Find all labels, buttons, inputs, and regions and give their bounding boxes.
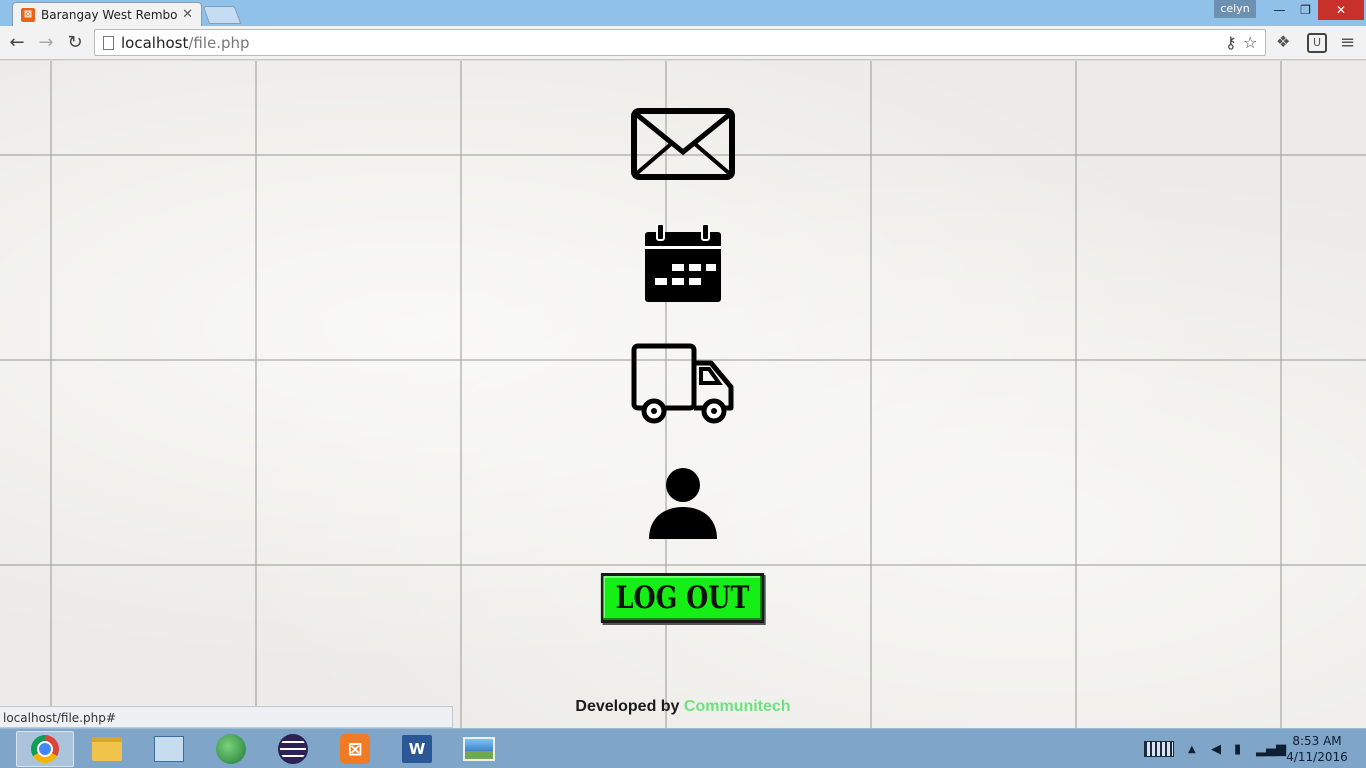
battery-icon[interactable]: ▮	[1234, 729, 1241, 768]
shield-extension-icon[interactable]: U	[1307, 33, 1327, 53]
xampp-icon: ⊠	[340, 734, 370, 764]
credit-prefix: Developed by	[575, 698, 684, 715]
logout-button[interactable]: LOG OUT	[600, 573, 765, 623]
taskbar-word[interactable]: W	[388, 731, 446, 767]
bookmark-star-icon[interactable]: ☆	[1243, 33, 1257, 52]
taskbar-control-panel[interactable]	[140, 731, 198, 767]
calendar-icon[interactable]	[643, 224, 723, 304]
photos-icon	[463, 737, 495, 761]
clock-time: 8:53 AM	[1292, 734, 1342, 748]
taskbar-file-explorer[interactable]	[78, 731, 136, 767]
browser-tab[interactable]: ⊠ Barangay West Rembo ✕	[12, 2, 202, 26]
volume-icon[interactable]: ◀	[1211, 729, 1221, 768]
page-icon	[103, 36, 114, 50]
credit-brand-link[interactable]: Communitech	[684, 698, 791, 715]
windows-taskbar: ⊠ W ▲ ◀ ▮ ▂▄▆ 8:53 AM 4/11/2016	[0, 728, 1366, 768]
minimize-button[interactable]: —	[1266, 0, 1293, 20]
taskbar-photos[interactable]	[450, 731, 508, 767]
close-window-button[interactable]: ✕	[1318, 0, 1364, 20]
chrome-menu-icon[interactable]: ≡	[1340, 32, 1355, 53]
profile-badge[interactable]: celyn	[1214, 0, 1256, 18]
show-hidden-icons-icon[interactable]: ▲	[1188, 729, 1196, 768]
taskbar-xampp[interactable]: ⊠	[326, 731, 384, 767]
touch-keyboard-icon[interactable]	[1144, 741, 1174, 757]
eclipse-icon	[278, 734, 308, 764]
control-panel-icon	[154, 736, 184, 762]
network-signal-icon[interactable]: ▂▄▆	[1256, 729, 1286, 768]
close-tab-icon[interactable]: ✕	[182, 7, 193, 22]
page-content: LOG OUT Developed by Communitech	[0, 61, 1366, 728]
taskbar-chrome[interactable]	[16, 731, 74, 767]
mail-icon[interactable]	[631, 108, 735, 180]
clock-date: 4/11/2016	[1286, 750, 1348, 764]
system-clock[interactable]: 8:53 AM 4/11/2016	[1284, 733, 1350, 765]
word-icon: W	[402, 735, 432, 763]
new-tab-button[interactable]	[202, 6, 242, 24]
url-host: localhost	[121, 34, 189, 52]
taskbar-eclipse[interactable]	[264, 731, 322, 767]
key-icon[interactable]: ⚷	[1225, 33, 1237, 52]
tab-title: Barangay West Rembo	[41, 7, 178, 22]
user-icon[interactable]	[647, 467, 719, 539]
xampp-favicon-icon: ⊠	[21, 7, 35, 22]
taskbar-download-manager[interactable]	[202, 731, 260, 767]
address-bar[interactable]: localhost/file.php ⚷ ☆	[94, 29, 1266, 56]
maximize-button[interactable]: ❐	[1292, 0, 1319, 20]
forward-button[interactable]: →	[35, 32, 57, 54]
folder-icon	[92, 737, 122, 761]
truck-icon[interactable]	[631, 343, 735, 425]
status-bar-url: localhost/file.php#	[0, 706, 453, 728]
dropbox-extension-icon[interactable]: ❖	[1276, 32, 1290, 51]
url-text[interactable]: localhost/file.php	[121, 34, 250, 52]
reload-button[interactable]: ↻	[64, 32, 86, 54]
download-manager-icon	[216, 734, 246, 764]
chrome-icon	[31, 735, 59, 763]
url-path: /file.php	[188, 34, 250, 52]
browser-title-bar: ⊠ Barangay West Rembo ✕ celyn — ❐ ✕	[0, 0, 1366, 26]
back-button[interactable]: ←	[6, 32, 28, 54]
browser-toolbar: ← → ↻ localhost/file.php ⚷ ☆ ❖ U ≡	[0, 26, 1366, 60]
